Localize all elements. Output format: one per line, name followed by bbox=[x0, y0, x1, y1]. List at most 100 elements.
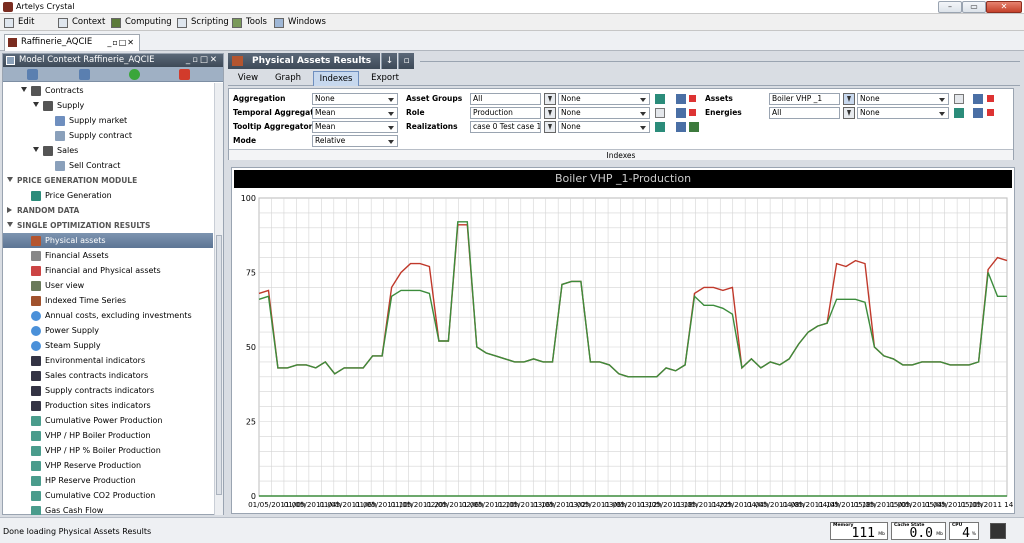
tree-item[interactable]: Price Generation bbox=[3, 188, 213, 203]
minimize-button[interactable]: – bbox=[938, 1, 962, 13]
panel-window-controls[interactable]: _▫□✕ bbox=[186, 54, 219, 67]
tree-item[interactable]: Cumulative Power Production bbox=[3, 413, 213, 428]
role-filter-select[interactable]: None bbox=[558, 107, 650, 119]
shuffle-icon[interactable] bbox=[954, 108, 964, 118]
expand-all-icon[interactable] bbox=[79, 69, 90, 80]
temporal-aggregator-select[interactable]: Mean bbox=[312, 107, 398, 119]
role-value[interactable]: Production bbox=[470, 107, 541, 119]
collapse-arrow-icon[interactable] bbox=[21, 87, 27, 92]
line-chart[interactable]: 025507510001/05/2011 00h01/05/2011 04h01… bbox=[232, 188, 1014, 513]
tree-item[interactable]: Sell Contract bbox=[3, 158, 213, 173]
mode-select[interactable]: Relative bbox=[312, 135, 398, 147]
y-axis-icon[interactable] bbox=[954, 94, 964, 104]
tree-item-label: Financial Assets bbox=[45, 251, 109, 260]
remove-icon[interactable] bbox=[987, 109, 994, 116]
assets-down-icon[interactable] bbox=[843, 93, 855, 105]
menu-windows[interactable]: Windows bbox=[274, 16, 326, 29]
sort-icon[interactable] bbox=[676, 94, 686, 104]
tab-view[interactable]: View bbox=[230, 71, 266, 86]
expand-arrow-icon[interactable] bbox=[7, 177, 13, 182]
tree-item[interactable]: Supply contracts indicators bbox=[3, 383, 213, 398]
asset-groups-filter-select[interactable]: None bbox=[558, 93, 650, 105]
sort-icon[interactable] bbox=[973, 94, 983, 104]
tree-item[interactable]: Steam Supply bbox=[3, 338, 213, 353]
remove-icon[interactable] bbox=[987, 95, 994, 102]
tree-item[interactable]: VHP Reserve Production bbox=[3, 458, 213, 473]
tree-item[interactable]: Production sites indicators bbox=[3, 398, 213, 413]
tree-item[interactable]: Financial and Physical assets bbox=[3, 263, 213, 278]
tree-item[interactable]: VHP / HP Boiler Production bbox=[3, 428, 213, 443]
scrollbar-thumb[interactable] bbox=[216, 235, 222, 495]
x-axis-icon[interactable] bbox=[655, 108, 665, 118]
garbage-collect-icon[interactable] bbox=[990, 523, 1006, 539]
collapse-all-icon[interactable] bbox=[27, 69, 38, 80]
role-down-icon[interactable] bbox=[544, 107, 556, 119]
expand-arrow-icon[interactable] bbox=[7, 222, 13, 227]
document-tab[interactable]: Raffinerie_AQCIE _▫□✕ bbox=[4, 34, 140, 51]
tab-window-controls[interactable]: _▫□✕ bbox=[107, 35, 135, 50]
tooltip-aggregator-select[interactable]: Mean bbox=[312, 121, 398, 133]
grid-icon[interactable] bbox=[689, 122, 699, 132]
tree-item[interactable]: HP Reserve Production bbox=[3, 473, 213, 488]
tree-item[interactable]: Gas Cash Flow bbox=[3, 503, 213, 515]
tree-scrollbar[interactable] bbox=[214, 83, 223, 515]
assets-value[interactable]: Boiler VHP _1 bbox=[769, 93, 840, 105]
tab-indexes[interactable]: Indexes bbox=[313, 71, 359, 86]
sort-icon[interactable] bbox=[676, 122, 686, 132]
tree-section[interactable]: PRICE GENERATION MODULE bbox=[3, 173, 213, 188]
assets-filter-select[interactable]: None bbox=[857, 93, 949, 105]
tree-item[interactable]: VHP / HP % Boiler Production bbox=[3, 443, 213, 458]
tree-item[interactable]: Supply bbox=[3, 98, 213, 113]
menu-edit[interactable]: Edit bbox=[4, 16, 34, 29]
tree-item[interactable]: User view bbox=[3, 278, 213, 293]
energies-filter-select[interactable]: None bbox=[857, 107, 949, 119]
realizations-down-icon[interactable] bbox=[544, 121, 556, 133]
download-icon[interactable]: ↓ bbox=[381, 53, 397, 69]
realizations-value[interactable]: case 0 Test case 1 bbox=[470, 121, 541, 133]
energies-value[interactable]: All bbox=[769, 107, 840, 119]
sort-icon[interactable] bbox=[973, 108, 983, 118]
tree-item[interactable]: Power Supply bbox=[3, 323, 213, 338]
tree-section[interactable]: RANDOM DATA bbox=[3, 203, 213, 218]
tree-item[interactable]: Environmental indicators bbox=[3, 353, 213, 368]
tree-item[interactable]: Financial Assets bbox=[3, 248, 213, 263]
tree-item[interactable]: Contracts bbox=[3, 83, 213, 98]
tree-item[interactable]: Supply contract bbox=[3, 128, 213, 143]
contracts-icon bbox=[31, 86, 41, 96]
tree-item-label: Sell Contract bbox=[69, 161, 121, 170]
menu-computing[interactable]: Computing bbox=[111, 16, 172, 29]
tab-graph[interactable]: Graph bbox=[270, 71, 306, 86]
remove-icon[interactable] bbox=[689, 95, 696, 102]
shuffle-icon[interactable] bbox=[655, 122, 665, 132]
collapse-arrow-icon[interactable] bbox=[33, 102, 39, 107]
sort-icon[interactable] bbox=[676, 108, 686, 118]
menu-scripting[interactable]: Scripting bbox=[177, 16, 229, 29]
asset-groups-value[interactable]: All bbox=[470, 93, 541, 105]
collapse-arrow-icon[interactable] bbox=[33, 147, 39, 152]
tab-export[interactable]: Export bbox=[365, 71, 405, 86]
results-title-tab[interactable]: Physical Assets Results bbox=[228, 53, 380, 69]
menu-tools[interactable]: Tools bbox=[232, 16, 267, 29]
tree-item[interactable]: Supply market bbox=[3, 113, 213, 128]
add-icon[interactable] bbox=[129, 69, 140, 80]
restore-window-icon[interactable]: ▫ bbox=[398, 53, 414, 69]
tree-item[interactable]: Physical assets bbox=[3, 233, 213, 248]
tree-item[interactable]: Sales contracts indicators bbox=[3, 368, 213, 383]
expand-arrow-icon[interactable] bbox=[7, 207, 12, 213]
tree-item[interactable]: Annual costs, excluding investments bbox=[3, 308, 213, 323]
aggregation-select[interactable]: None bbox=[312, 93, 398, 105]
energies-down-icon[interactable] bbox=[843, 107, 855, 119]
close-window-button[interactable]: ✕ bbox=[986, 1, 1022, 13]
remove-icon[interactable] bbox=[689, 109, 696, 116]
maximize-button[interactable]: ▭ bbox=[962, 1, 986, 13]
tree-item[interactable]: Cumulative CO2 Production bbox=[3, 488, 213, 503]
asset-groups-down-icon[interactable] bbox=[544, 93, 556, 105]
delete-icon[interactable] bbox=[179, 69, 190, 80]
shuffle-icon[interactable] bbox=[655, 94, 665, 104]
tree-item[interactable]: Sales bbox=[3, 143, 213, 158]
tree-section[interactable]: SINGLE OPTIMIZATION RESULTS bbox=[3, 218, 213, 233]
tree-item-label: Contracts bbox=[45, 86, 84, 95]
menu-context[interactable]: Context bbox=[58, 16, 105, 29]
realizations-filter-select[interactable]: None bbox=[558, 121, 650, 133]
tree-item[interactable]: Indexed Time Series bbox=[3, 293, 213, 308]
